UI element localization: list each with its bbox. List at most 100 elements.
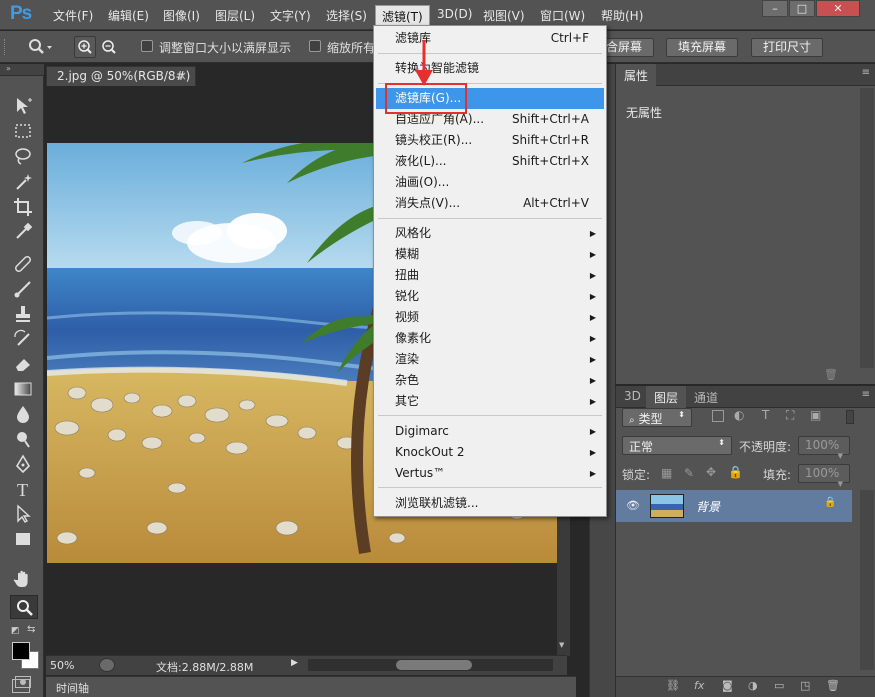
- new-layer-icon[interactable]: ◳: [800, 679, 810, 692]
- menu-image[interactable]: 图像(I): [163, 7, 200, 24]
- tab-layers[interactable]: 图层: [646, 386, 687, 408]
- default-colors-icon[interactable]: ◩: [11, 626, 20, 636]
- move-tool-icon[interactable]: [13, 96, 35, 116]
- layer-filter-select[interactable]: ⌕ 类型 ⬍: [622, 408, 692, 427]
- menu-item-stylize[interactable]: 风格化 ▶: [376, 223, 604, 244]
- menu-file[interactable]: 文件(F): [53, 7, 93, 24]
- shape-filter-icon[interactable]: ⛶: [786, 408, 794, 423]
- marquee-tool-icon[interactable]: [13, 121, 35, 141]
- status-info-icon[interactable]: [99, 658, 115, 672]
- menu-item-sharpen[interactable]: 锐化 ▶: [376, 286, 604, 307]
- lock-pixels-icon[interactable]: ✎: [684, 466, 694, 480]
- horizontal-scrollbar[interactable]: [308, 659, 553, 671]
- menu-type[interactable]: 文字(Y): [270, 7, 311, 24]
- history-brush-icon[interactable]: [13, 329, 35, 349]
- menu-item-liquify[interactable]: 液化(L)... Shift+Ctrl+X: [376, 151, 604, 172]
- menu-select[interactable]: 选择(S): [326, 7, 367, 24]
- maximize-icon[interactable]: □: [789, 0, 815, 17]
- horizontal-scroll-thumb[interactable]: [396, 660, 472, 670]
- fill-screen-button[interactable]: 填充屏幕: [666, 38, 739, 57]
- menu-item-vanishing-point[interactable]: 消失点(V)... Alt+Ctrl+V: [376, 193, 604, 214]
- menu-layer[interactable]: 图层(L): [215, 7, 255, 24]
- lock-all-icon[interactable]: 🔒: [728, 465, 743, 479]
- menu-item-oil-paint[interactable]: 油画(O)...: [376, 172, 604, 193]
- crop-tool-icon[interactable]: [13, 197, 35, 217]
- layer-style-icon[interactable]: fx: [694, 679, 704, 692]
- zoom-all-checkbox[interactable]: [309, 40, 321, 52]
- grip-handle[interactable]: [4, 39, 8, 55]
- panel-menu-icon[interactable]: ≡: [862, 67, 870, 78]
- menu-item-digimarc[interactable]: Digimarc ▶: [376, 421, 604, 442]
- foreground-color-swatch-top[interactable]: [12, 642, 30, 660]
- timeline-icon[interactable]: [12, 679, 30, 693]
- menu-item-blur[interactable]: 模糊 ▶: [376, 244, 604, 265]
- zoom-in-icon[interactable]: [74, 36, 96, 58]
- type-tool-icon[interactable]: T: [13, 479, 35, 500]
- delete-layer-icon[interactable]: 🗑: [826, 679, 840, 692]
- clone-stamp-icon[interactable]: [13, 304, 35, 324]
- menu-window[interactable]: 窗口(W): [540, 7, 585, 24]
- close-icon[interactable]: ✕: [816, 0, 860, 17]
- layers-scrollbar[interactable]: [860, 490, 874, 670]
- pixel-filter-icon[interactable]: [712, 410, 724, 422]
- dodge-tool-icon[interactable]: [13, 429, 35, 449]
- trash-icon[interactable]: 🗑: [824, 368, 838, 381]
- document-tab[interactable]: 2.jpg @ 50%(RGB/8#) ×: [46, 66, 196, 86]
- filter-toggle-icon[interactable]: [846, 410, 854, 424]
- properties-scrollbar[interactable]: [860, 88, 874, 368]
- eraser-icon[interactable]: [13, 354, 35, 374]
- path-selection-icon[interactable]: [13, 504, 35, 524]
- fill-input[interactable]: 100% ▼: [798, 464, 850, 488]
- opacity-input[interactable]: 100% ▼: [798, 436, 850, 460]
- lock-position-icon[interactable]: ✥: [706, 465, 716, 479]
- layers-panel-menu-icon[interactable]: ≡: [862, 389, 870, 400]
- tab-channels[interactable]: 通道: [686, 386, 726, 408]
- blur-tool-icon[interactable]: [13, 404, 35, 424]
- menu-item-noise[interactable]: 杂色 ▶: [376, 370, 604, 391]
- menu-item-browse-filters-online[interactable]: 浏览联机滤镜...: [376, 493, 604, 514]
- new-group-icon[interactable]: ▭: [774, 679, 784, 692]
- print-size-button[interactable]: 打印尺寸: [751, 38, 824, 57]
- eyedropper-icon[interactable]: [13, 222, 35, 242]
- menu-item-knockout[interactable]: KnockOut 2 ▶: [376, 442, 604, 463]
- adjustment-layer-icon[interactable]: ◑: [748, 679, 758, 692]
- hand-tool-icon[interactable]: [13, 569, 35, 589]
- menu-item-last-filter[interactable]: 滤镜库 Ctrl+F: [376, 28, 604, 49]
- lock-transparency-icon[interactable]: ▦: [661, 466, 672, 480]
- menu-item-pixelate[interactable]: 像素化 ▶: [376, 328, 604, 349]
- rectangle-tool-icon[interactable]: [13, 529, 35, 549]
- menu-help[interactable]: 帮助(H): [601, 7, 643, 24]
- zoom-tool-icon[interactable]: [27, 37, 53, 60]
- collapse-icon[interactable]: »: [6, 64, 11, 73]
- scroll-down-icon[interactable]: ▼: [559, 641, 564, 649]
- visibility-eye-icon[interactable]: 👁: [626, 499, 640, 512]
- status-menu-arrow-icon[interactable]: ▶: [291, 658, 298, 668]
- menu-item-other[interactable]: 其它 ▶: [376, 391, 604, 412]
- type-filter-icon[interactable]: T: [762, 408, 769, 422]
- menu-item-vertus[interactable]: Vertus™ ▶: [376, 463, 604, 484]
- tab-properties[interactable]: 属性: [616, 64, 657, 86]
- zoom-out-icon[interactable]: [99, 37, 119, 60]
- menu-filter[interactable]: 滤镜(T): [375, 5, 430, 27]
- resize-windows-checkbox[interactable]: [141, 40, 153, 52]
- menu-item-lens-correction[interactable]: 镜头校正(R)... Shift+Ctrl+R: [376, 130, 604, 151]
- smart-object-filter-icon[interactable]: ▣: [810, 408, 821, 422]
- swap-colors-icon[interactable]: ⇆: [27, 624, 35, 635]
- magic-wand-icon[interactable]: [13, 172, 35, 192]
- lasso-tool-icon[interactable]: [13, 146, 35, 166]
- close-tab-icon[interactable]: ×: [177, 69, 187, 83]
- menu-3d[interactable]: 3D(D): [437, 7, 472, 21]
- menu-view[interactable]: 视图(V): [483, 7, 525, 24]
- gradient-tool-icon[interactable]: [13, 379, 35, 399]
- zoom-level[interactable]: 50%: [50, 659, 74, 672]
- healing-brush-icon[interactable]: [13, 254, 35, 274]
- layer-name[interactable]: 背景: [696, 498, 720, 515]
- pen-tool-icon[interactable]: [13, 454, 35, 474]
- menu-edit[interactable]: 编辑(E): [108, 7, 149, 24]
- menu-item-render[interactable]: 渲染 ▶: [376, 349, 604, 370]
- add-mask-icon[interactable]: ◙: [722, 679, 733, 692]
- menu-item-distort[interactable]: 扭曲 ▶: [376, 265, 604, 286]
- adjustment-filter-icon[interactable]: ◐: [734, 408, 744, 422]
- blend-mode-select[interactable]: 正常 ⬍: [622, 436, 732, 455]
- minimize-icon[interactable]: –: [762, 0, 788, 17]
